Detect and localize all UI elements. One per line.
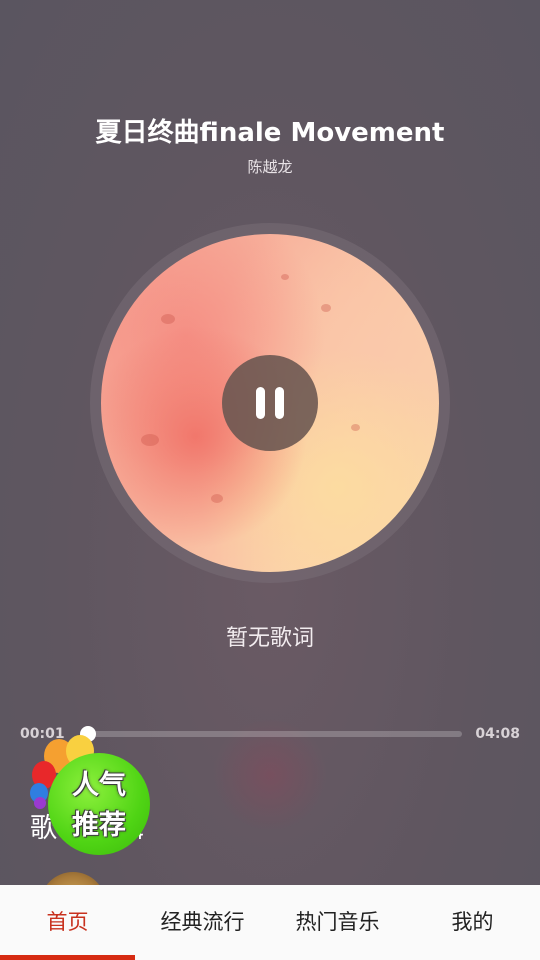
song-title: 夏日终曲finale Movement <box>95 118 445 148</box>
nav-home-label: 首页 <box>46 910 89 934</box>
nav-mine-label: 我的 <box>451 910 494 934</box>
popular-recommend-badge[interactable]: 人气 推荐 <box>30 735 152 855</box>
badge-text-line1: 人气 <box>72 770 126 801</box>
nav-active-indicator <box>0 955 135 960</box>
nav-classic-pop-label: 经典流行 <box>160 910 245 934</box>
artist-name: 陈越龙 <box>247 158 293 176</box>
nav-hot-music-label: 热门音乐 <box>295 910 380 934</box>
badge-text-line2: 推荐 <box>72 810 126 841</box>
total-time: 04:08 <box>475 726 520 742</box>
pause-button[interactable] <box>222 355 318 451</box>
nav-hot-music[interactable]: 热门音乐 <box>270 885 405 960</box>
nav-home[interactable]: 首页 <box>0 885 135 960</box>
nav-mine[interactable]: 我的 <box>405 885 540 960</box>
bottom-navigation: 首页 经典流行 热门音乐 我的 <box>0 885 540 960</box>
pause-icon <box>251 387 289 419</box>
lyrics-text: 暂无歌词 <box>225 626 314 651</box>
nav-classic-pop[interactable]: 经典流行 <box>135 885 270 960</box>
